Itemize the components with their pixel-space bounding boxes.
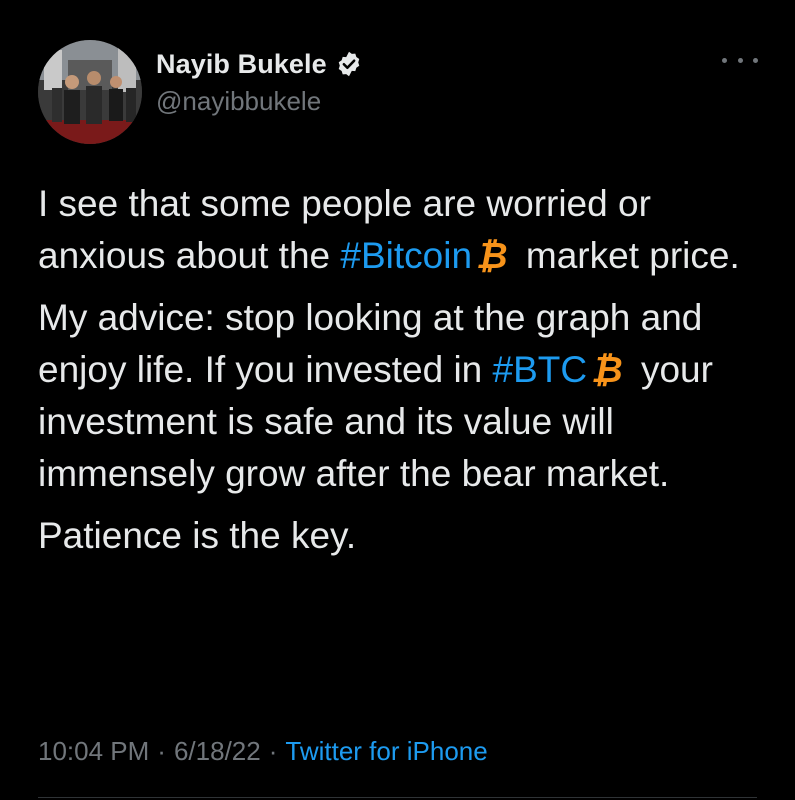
meta-separator: · — [157, 736, 166, 766]
meta-separator: · — [268, 736, 278, 766]
bitcoin-emoji-icon: ₿ — [476, 235, 508, 276]
more-dot — [722, 57, 727, 63]
hashtag-btc-link[interactable]: #BTC — [493, 349, 588, 390]
tweet-date[interactable]: 6/18/22 — [174, 736, 261, 767]
tweet-text-segment: Patience is the key. — [38, 515, 357, 556]
tweet-card: Nayib Bukele @nayibbukele I see that som… — [0, 0, 795, 800]
tweet-source-link[interactable]: Twitter for iPhone — [285, 736, 487, 767]
tweet-text: I see that some people are worried or an… — [38, 178, 768, 572]
avatar[interactable] — [38, 40, 142, 144]
hashtag-bitcoin-link[interactable]: #Bitcoin — [340, 235, 472, 276]
more-dot — [737, 57, 743, 63]
tweet-paragraph: My advice: stop looking at the graph and… — [38, 292, 768, 500]
verified-badge-icon — [335, 50, 363, 78]
tweet-meta: 10:04 PM · 6/18/22 · Twitter for iPhone — [38, 736, 488, 767]
tweet-paragraph: Patience is the key. — [38, 510, 768, 562]
tweet-time[interactable]: 10:04 PM — [38, 736, 149, 767]
author-name-row[interactable]: Nayib Bukele — [156, 46, 363, 82]
divider — [38, 797, 757, 798]
tweet-paragraph: I see that some people are worried or an… — [38, 178, 768, 282]
tweet-text-segment: market price. — [515, 235, 740, 276]
more-dot — [753, 57, 758, 63]
more-options-icon[interactable] — [722, 50, 758, 70]
avatar-photo — [38, 40, 142, 144]
author-display-name[interactable]: Nayib Bukele — [156, 49, 327, 80]
author-handle[interactable]: @nayibbukele — [156, 86, 321, 117]
tweet-header: Nayib Bukele @nayibbukele — [38, 40, 758, 144]
bitcoin-emoji-icon: ₿ — [591, 349, 623, 390]
